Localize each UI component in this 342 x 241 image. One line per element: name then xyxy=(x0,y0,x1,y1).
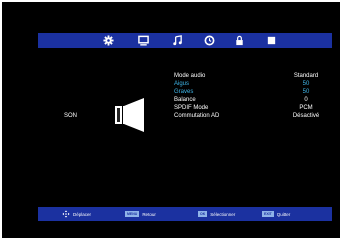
setting-label: Balance xyxy=(174,97,196,103)
square-icon[interactable] xyxy=(266,35,277,46)
audio-settings-list: Mode audio Standard Aigus 50 Graves 50 B… xyxy=(174,72,334,120)
setting-value: PCM xyxy=(299,105,313,111)
help-bar: Déplacer MENU Retour OK Sélectionner EXI… xyxy=(38,207,332,221)
setting-label: SPDIF Mode xyxy=(174,105,209,111)
hint-select-label: Sélectionner xyxy=(210,211,236,217)
setting-row-aigus[interactable]: Aigus 50 xyxy=(174,80,334,88)
gear-icon[interactable] xyxy=(103,35,114,46)
setting-label: Graves xyxy=(174,89,194,95)
menu-tab-bar xyxy=(38,33,332,48)
speaker-icon xyxy=(115,98,144,132)
ok-key: OK xyxy=(198,211,208,217)
monitor-icon[interactable] xyxy=(138,35,149,46)
hint-back-label: Retour xyxy=(142,211,156,217)
menu-key: MENU xyxy=(125,211,140,217)
hint-exit-label: Quitter xyxy=(276,211,291,217)
setting-label: Commutation AD xyxy=(174,113,220,119)
dpad-icon xyxy=(62,210,70,218)
music-note-icon[interactable] xyxy=(172,35,183,46)
lock-icon[interactable] xyxy=(234,35,245,46)
exit-key: EXIT xyxy=(262,211,274,217)
hint-select: OK Sélectionner xyxy=(198,210,235,218)
setting-row-graves[interactable]: Graves 50 xyxy=(174,88,334,96)
hint-move: Déplacer xyxy=(62,210,91,218)
setting-row-mode-audio[interactable]: Mode audio Standard xyxy=(174,72,334,80)
hint-exit: EXIT Quitter xyxy=(262,210,290,218)
setting-value: Désactivé xyxy=(292,113,320,119)
tv-screen: SON Mode audio Standard Aigus 50 Graves … xyxy=(2,2,340,238)
hint-move-label: Déplacer xyxy=(73,211,92,217)
section-label: SON xyxy=(64,113,78,119)
setting-value: 50 xyxy=(302,89,310,95)
setting-row-spdif-mode[interactable]: SPDIF Mode PCM xyxy=(174,104,334,112)
setting-label: Aigus xyxy=(174,81,190,87)
setting-value: Standard xyxy=(293,73,319,79)
setting-value: 50 xyxy=(302,81,310,87)
setting-row-balance[interactable]: Balance 0 xyxy=(174,96,334,104)
setting-row-commutation-ad[interactable]: Commutation AD Désactivé xyxy=(174,112,334,120)
setting-label: Mode audio xyxy=(174,73,206,79)
hint-back: MENU Retour xyxy=(125,210,156,218)
setting-value: 0 xyxy=(304,97,308,103)
clock-icon[interactable] xyxy=(204,35,215,46)
